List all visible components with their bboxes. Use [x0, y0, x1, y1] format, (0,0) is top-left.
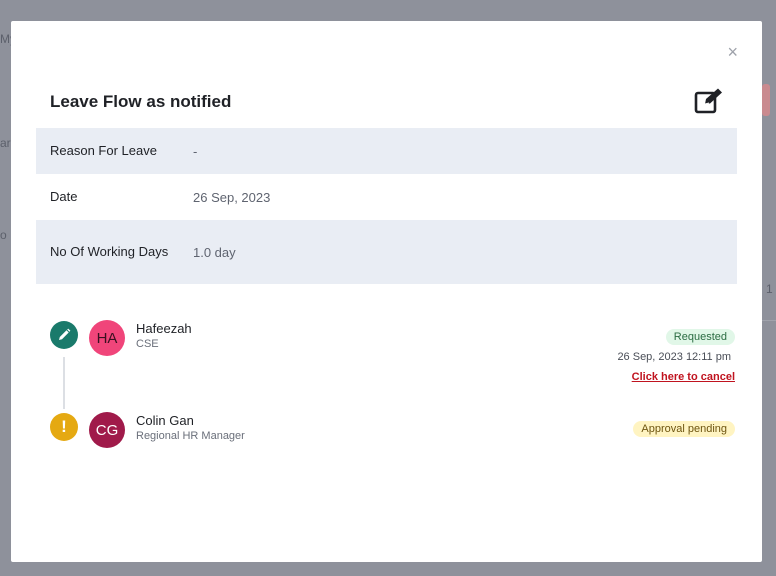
background-divider [762, 320, 776, 321]
timeline-item: ! CG Colin Gan Regional HR Manager Appro… [50, 412, 735, 505]
detail-row-working-days: No Of Working Days 1.0 day [36, 220, 737, 284]
background-text: o [0, 228, 7, 242]
step-status: Approval pending [633, 419, 735, 437]
person-info: Colin Gan Regional HR Manager [136, 413, 245, 442]
person-name: Hafeezah [136, 321, 192, 336]
status-badge: Approval pending [633, 421, 735, 437]
detail-row-date: Date 26 Sep, 2023 [36, 174, 737, 220]
detail-value: 1.0 day [193, 244, 236, 260]
detail-label: Reason For Leave [50, 143, 157, 158]
step-status: Requested 26 Sep, 2023 12:11 pm Click he… [617, 327, 735, 383]
exclamation-icon: ! [50, 413, 78, 441]
leave-details-table: Reason For Leave - Date 26 Sep, 2023 No … [36, 128, 737, 284]
person-role: CSE [136, 338, 159, 350]
timeline-connector [63, 357, 65, 409]
person-info: Hafeezah CSE [136, 321, 192, 350]
edit-icon[interactable] [694, 87, 724, 115]
background-text: ar [0, 136, 11, 150]
person-name: Colin Gan [136, 413, 194, 428]
background-button [762, 84, 770, 116]
detail-label: No Of Working Days [50, 244, 169, 259]
modal-title: Leave Flow as notified [50, 92, 232, 111]
detail-value: - [193, 143, 198, 159]
avatar: CG [89, 412, 125, 448]
approval-timeline: HA Hafeezah CSE Requested 26 Sep, 2023 1… [50, 320, 735, 505]
background-text: 1 [766, 282, 773, 296]
timestamp: 26 Sep, 2023 12:11 pm [617, 351, 731, 363]
detail-label: Date [50, 189, 78, 204]
status-badge: Requested [665, 329, 735, 345]
close-button[interactable]: × [727, 43, 738, 61]
avatar: HA [89, 320, 125, 356]
pencil-icon [50, 321, 78, 349]
timeline-item: HA Hafeezah CSE Requested 26 Sep, 2023 1… [50, 320, 735, 413]
person-role: Regional HR Manager [136, 430, 245, 442]
detail-row-reason: Reason For Leave - [36, 128, 737, 174]
detail-value: 26 Sep, 2023 [193, 189, 271, 205]
leave-flow-modal: × Leave Flow as notified Reason For Leav… [11, 21, 762, 562]
cancel-link[interactable]: Click here to cancel [617, 371, 735, 383]
